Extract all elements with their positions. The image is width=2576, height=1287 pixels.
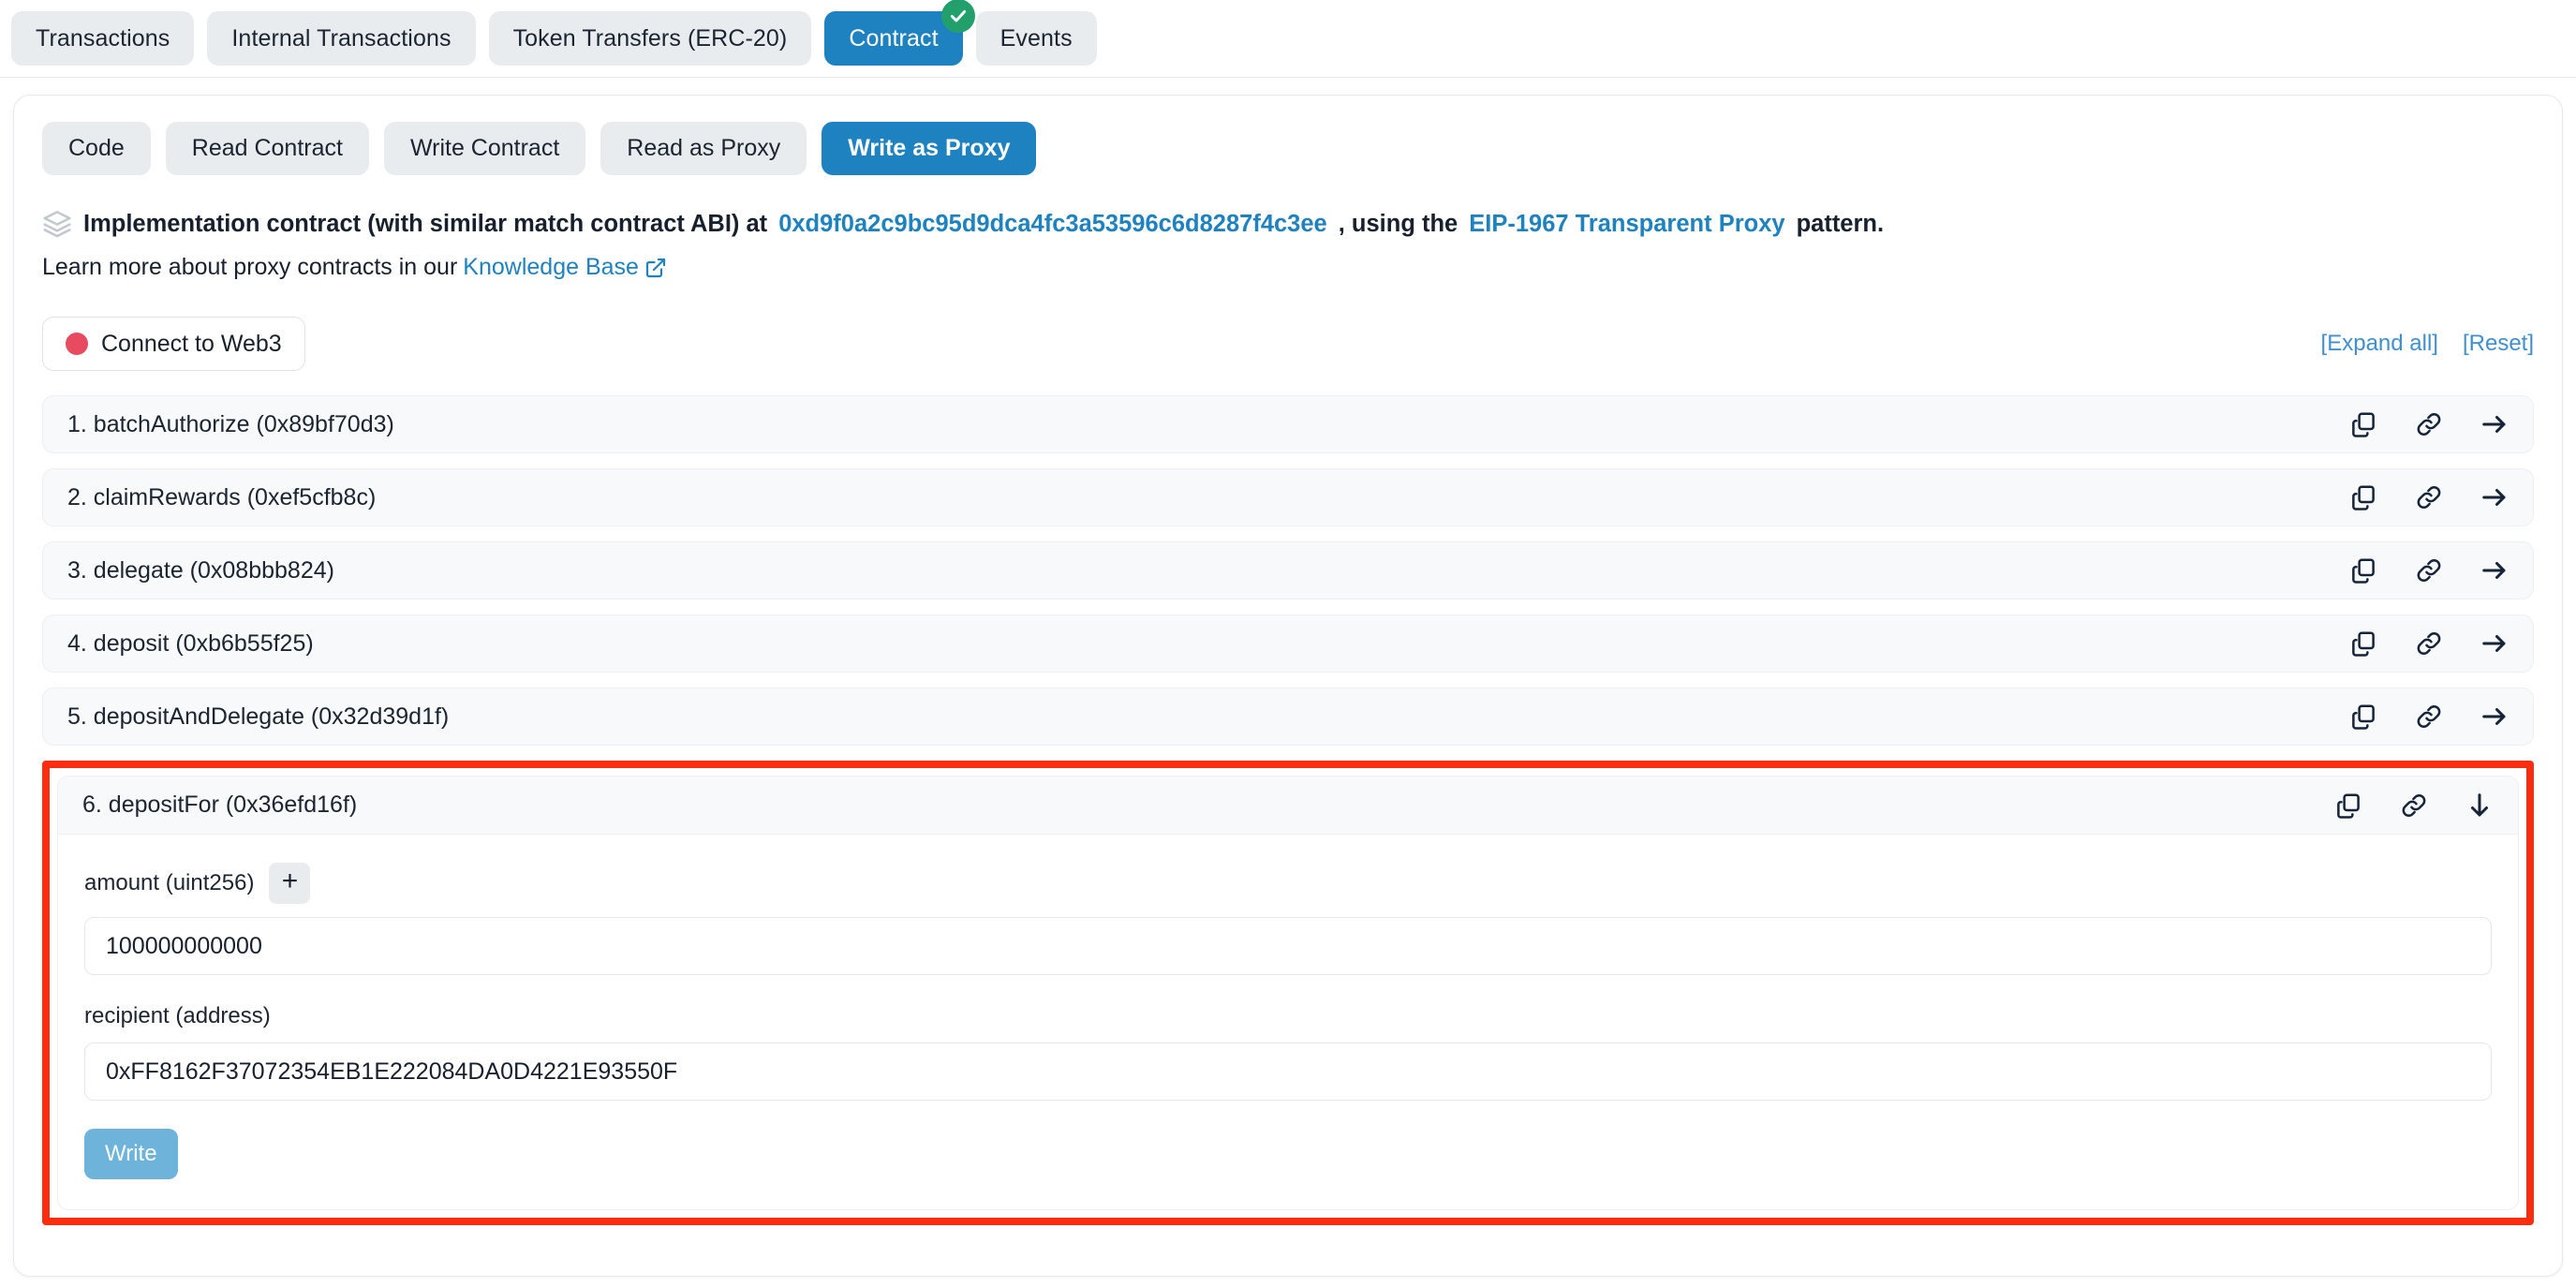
link-icon[interactable] xyxy=(2415,556,2443,584)
layers-icon xyxy=(42,209,72,239)
subtab-label: Write as Proxy xyxy=(848,135,1010,162)
subtab-read-as-proxy[interactable]: Read as Proxy xyxy=(600,122,807,175)
recipient-field-label-row: recipient (address) xyxy=(84,1003,2492,1029)
function-list: 1. batchAuthorize (0x89bf70d3) 2. claimR… xyxy=(42,395,2534,746)
copy-icon[interactable] xyxy=(2349,629,2377,658)
tab-label: Contract xyxy=(849,25,938,52)
function-row-claimrewards[interactable]: 2. claimRewards (0xef5cfb8c) xyxy=(42,468,2534,526)
function-row-actions xyxy=(2349,556,2509,584)
contract-panel: Code Read Contract Write Contract Read a… xyxy=(13,95,2563,1277)
subtab-write-as-proxy[interactable]: Write as Proxy xyxy=(822,122,1036,175)
tab-label: Events xyxy=(1000,25,1073,52)
amount-field-label: amount (uint256) xyxy=(84,870,254,896)
function-row-delegate[interactable]: 3. delegate (0x08bbb824) xyxy=(42,541,2534,599)
function-label: 3. delegate (0x08bbb824) xyxy=(67,557,334,584)
function-row-depositfor-expanded: 6. depositFor (0x36efd16f) amount (uint2… xyxy=(57,776,2519,1210)
tab-internal-transactions[interactable]: Internal Transactions xyxy=(207,11,475,66)
knowledge-base-prefix: Learn more about proxy contracts in our xyxy=(42,254,457,281)
function-input-form: amount (uint256) + recipient (address) W… xyxy=(58,835,2518,1209)
expand-all-link[interactable]: [Expand all] xyxy=(2321,331,2438,357)
highlight-annotation: 6. depositFor (0x36efd16f) amount (uint2… xyxy=(42,761,2534,1225)
function-label: 1. batchAuthorize (0x89bf70d3) xyxy=(67,411,394,438)
function-label: 6. depositFor (0x36efd16f) xyxy=(82,791,357,819)
copy-icon[interactable] xyxy=(2349,556,2377,584)
link-icon[interactable] xyxy=(2415,703,2443,731)
function-row-deposit[interactable]: 4. deposit (0xb6b55f25) xyxy=(42,614,2534,673)
knowledge-base-note: Learn more about proxy contracts in our … xyxy=(42,254,2534,281)
tab-label: Token Transfers (ERC-20) xyxy=(513,25,788,52)
list-actions: [Expand all] [Reset] xyxy=(2321,331,2534,357)
implementation-prefix: Implementation contract (with similar ma… xyxy=(83,211,767,238)
reset-link[interactable]: [Reset] xyxy=(2463,331,2534,357)
arrow-right-icon[interactable] xyxy=(2480,629,2509,658)
write-submit-button[interactable]: Write xyxy=(84,1129,178,1179)
arrow-right-icon[interactable] xyxy=(2480,703,2509,731)
function-row-actions xyxy=(2349,410,2509,438)
implementation-middle: , using the xyxy=(1339,211,1458,238)
function-label: 4. deposit (0xb6b55f25) xyxy=(67,630,314,658)
function-row-actions xyxy=(2349,629,2509,658)
primary-tab-bar: Transactions Internal Transactions Token… xyxy=(0,0,2576,77)
check-icon xyxy=(941,0,975,33)
implementation-contract-note: Implementation contract (with similar ma… xyxy=(42,209,2534,239)
arrow-right-icon[interactable] xyxy=(2480,410,2509,438)
function-row-depositfor-header[interactable]: 6. depositFor (0x36efd16f) xyxy=(58,777,2518,835)
subtab-read-contract[interactable]: Read Contract xyxy=(166,122,369,175)
amount-input[interactable] xyxy=(84,917,2492,975)
knowledge-base-link[interactable]: Knowledge Base xyxy=(463,254,639,281)
function-row-batchauthorize[interactable]: 1. batchAuthorize (0x89bf70d3) xyxy=(42,395,2534,453)
tab-label: Transactions xyxy=(36,25,170,52)
tab-contract[interactable]: Contract xyxy=(824,11,962,66)
proxy-pattern-link[interactable]: EIP-1967 Transparent Proxy xyxy=(1469,211,1784,238)
header-divider xyxy=(0,77,2576,78)
function-label: 5. depositAndDelegate (0x32d39d1f) xyxy=(67,703,449,731)
function-row-actions xyxy=(2349,483,2509,511)
implementation-address-link[interactable]: 0xd9f0a2c9bc95d9dca4fc3a53596c6d8287f4c3… xyxy=(778,211,1327,238)
amount-field-label-row: amount (uint256) + xyxy=(84,863,2492,904)
web3-connect-row: Connect to Web3 [Expand all] [Reset] xyxy=(42,317,2534,371)
subtab-label: Code xyxy=(68,135,125,162)
tab-token-transfers[interactable]: Token Transfers (ERC-20) xyxy=(489,11,812,66)
function-label: 2. claimRewards (0xef5cfb8c) xyxy=(67,484,376,511)
tab-events[interactable]: Events xyxy=(976,11,1097,66)
connect-button-label: Connect to Web3 xyxy=(101,331,282,358)
link-icon[interactable] xyxy=(2415,483,2443,511)
function-row-actions xyxy=(2349,703,2509,731)
recipient-input[interactable] xyxy=(84,1043,2492,1101)
link-icon[interactable] xyxy=(2415,629,2443,658)
tab-transactions[interactable]: Transactions xyxy=(11,11,194,66)
implementation-suffix: pattern. xyxy=(1797,211,1885,238)
function-row-actions xyxy=(2334,791,2494,820)
contract-sub-tab-bar: Code Read Contract Write Contract Read a… xyxy=(42,122,2534,175)
tab-label: Internal Transactions xyxy=(231,25,451,52)
connect-to-web3-button[interactable]: Connect to Web3 xyxy=(42,317,305,371)
subtab-label: Read Contract xyxy=(192,135,343,162)
link-icon[interactable] xyxy=(2415,410,2443,438)
copy-icon[interactable] xyxy=(2349,703,2377,731)
function-row-depositanddelegate[interactable]: 5. depositAndDelegate (0x32d39d1f) xyxy=(42,688,2534,746)
arrow-down-icon[interactable] xyxy=(2465,791,2494,820)
copy-icon[interactable] xyxy=(2334,791,2362,820)
external-link-icon[interactable] xyxy=(644,257,667,279)
amount-add-button[interactable]: + xyxy=(269,863,310,904)
subtab-label: Read as Proxy xyxy=(627,135,780,162)
arrow-right-icon[interactable] xyxy=(2480,556,2509,584)
subtab-code[interactable]: Code xyxy=(42,122,151,175)
copy-icon[interactable] xyxy=(2349,410,2377,438)
disconnected-dot-icon xyxy=(66,333,88,355)
subtab-write-contract[interactable]: Write Contract xyxy=(384,122,585,175)
link-icon[interactable] xyxy=(2400,791,2428,820)
copy-icon[interactable] xyxy=(2349,483,2377,511)
arrow-right-icon[interactable] xyxy=(2480,483,2509,511)
recipient-field-label: recipient (address) xyxy=(84,1003,271,1029)
subtab-label: Write Contract xyxy=(410,135,559,162)
